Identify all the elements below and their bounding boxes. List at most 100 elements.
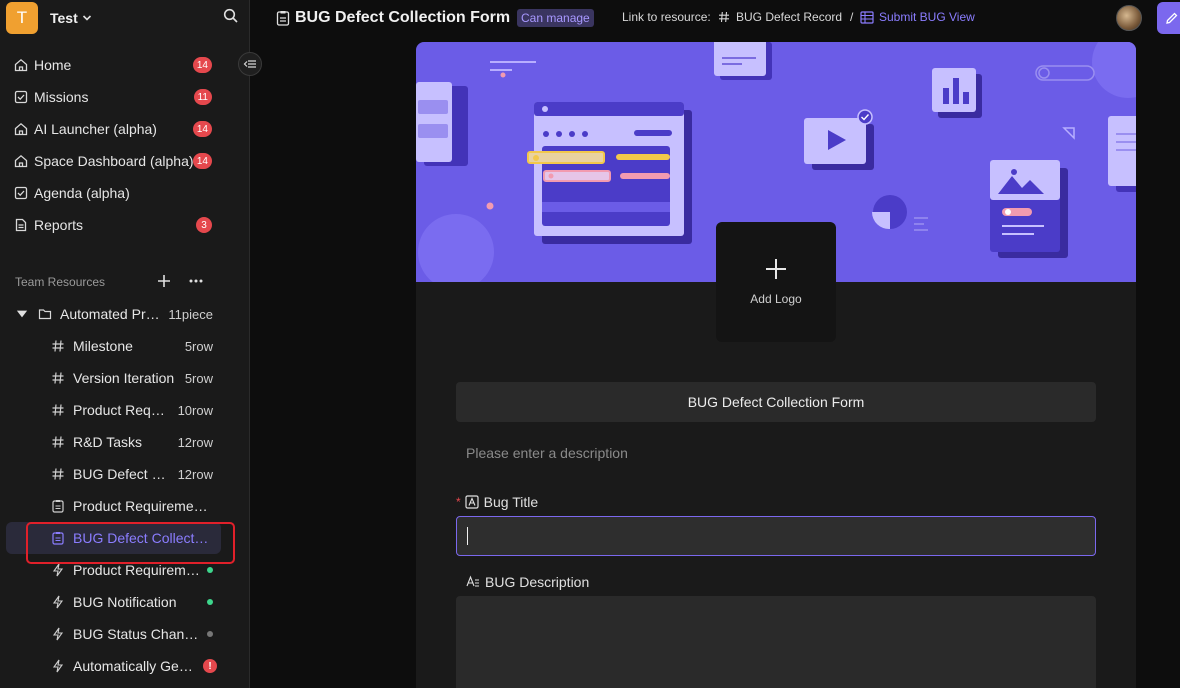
page-title: BUG Defect Collection Form <box>295 9 511 26</box>
tree-label: BUG Notification <box>73 594 177 610</box>
nav-item-missions[interactable]: Missions 11 <box>6 81 216 113</box>
user-avatar[interactable] <box>1116 5 1142 31</box>
tree-count: 12row <box>177 434 213 450</box>
tree-item-product-requirement-automation[interactable]: Product Requirem… <box>6 554 221 586</box>
tree-count: 12row <box>177 466 213 482</box>
nav-item-ai-launcher[interactable]: AI Launcher (alpha) 14 <box>6 113 216 145</box>
status-dot-inactive <box>207 631 213 637</box>
tree-label: Automated Pr… <box>60 306 160 322</box>
form-icon <box>52 532 64 545</box>
permission-badge: Can manage <box>517 9 594 27</box>
hash-icon <box>52 436 64 448</box>
nav-label: Space Dashboard (alpha) <box>34 153 194 169</box>
hash-icon <box>719 11 729 23</box>
form-icon <box>276 11 290 26</box>
status-dot-active <box>207 567 213 573</box>
field-label-bug-title: * Bug Title <box>456 493 538 511</box>
tree-label: BUG Status Chan… <box>73 626 199 642</box>
team-resources-header: Team Resources <box>15 272 215 292</box>
workspace-switcher[interactable]: T Test <box>6 2 236 34</box>
home-icon <box>14 58 28 72</box>
nav-item-reports[interactable]: Reports 3 <box>6 209 216 241</box>
linked-view-link[interactable]: Submit BUG View <box>879 10 975 24</box>
field-label-text: Bug Title <box>483 494 539 510</box>
main-nav: Home 14 Missions 11 AI Launcher (alpha) … <box>6 49 216 241</box>
home-icon <box>14 122 28 136</box>
tree-count: 11piece <box>168 306 213 322</box>
bug-title-input[interactable] <box>456 516 1096 556</box>
field-label-text: BUG Description <box>485 574 590 590</box>
pencil-icon <box>1166 12 1178 24</box>
form-title-input[interactable]: BUG Defect Collection Form <box>456 382 1096 422</box>
tree-item-milestone[interactable]: Milestone 5row <box>6 330 221 362</box>
lightning-icon <box>52 595 64 609</box>
tree-label: BUG Defect … <box>73 466 166 482</box>
tree-label: Product Req… <box>73 402 165 418</box>
nav-label: Home <box>34 57 72 73</box>
search-icon[interactable] <box>223 8 239 24</box>
tree-item-bug-defect-collection-form[interactable]: BUG Defect Collect… <box>6 522 221 554</box>
top-bar: BUG Defect Collection Form Can manage Li… <box>250 0 1180 36</box>
nav-label: AI Launcher (alpha) <box>34 121 157 137</box>
text-field-icon <box>465 495 479 509</box>
tree-label: BUG Defect Collect… <box>73 530 209 546</box>
home-icon <box>14 154 28 168</box>
text-caret <box>467 527 468 545</box>
grid-view-icon <box>860 11 874 24</box>
tree-item-product-requirement-form[interactable]: Product Requireme… <box>6 490 221 522</box>
nav-item-space-dashboard[interactable]: Space Dashboard (alpha) 14 <box>6 145 216 177</box>
workspace-name: Test <box>50 10 78 26</box>
nav-item-home[interactable]: Home 14 <box>6 49 216 81</box>
sidebar: T Test Home 14 Missions 11 AI Launcher (… <box>0 0 250 688</box>
tree-item-bug-notification[interactable]: BUG Notification <box>6 586 221 618</box>
edit-button[interactable] <box>1157 2 1180 34</box>
field-label-bug-description: BUG Description <box>466 573 589 591</box>
lightning-icon <box>52 563 64 577</box>
form-description-input[interactable]: Please enter a description <box>466 445 628 461</box>
bug-description-textarea[interactable] <box>456 596 1096 688</box>
chevron-down-icon <box>82 15 91 21</box>
tree-item-automatically-generate[interactable]: Automatically Ge… ! <box>6 650 221 682</box>
nav-label: Missions <box>34 89 89 105</box>
tree-label: Automatically Ge… <box>73 658 193 674</box>
tree-item-product-requirements[interactable]: Product Req… 10row <box>6 394 221 426</box>
tree-count: 5row <box>184 338 213 354</box>
tree-count: 5row <box>184 370 213 386</box>
linked-datasheet-link[interactable]: BUG Defect Record <box>736 10 842 24</box>
tree-item-rd-tasks[interactable]: R&D Tasks 12row <box>6 426 221 458</box>
hash-icon <box>52 404 64 416</box>
add-logo-button[interactable]: Add Logo <box>716 222 836 342</box>
breadcrumb-separator: / <box>850 10 854 24</box>
workspace-avatar: T <box>6 2 38 34</box>
collapse-left-icon <box>243 60 256 68</box>
folder-automated[interactable]: Automated Pr… 11piece <box>6 298 221 330</box>
tree-item-version-iteration[interactable]: Version Iteration 5row <box>6 362 221 394</box>
lightning-icon <box>52 659 64 673</box>
team-resources-title: Team Resources <box>15 275 106 289</box>
tree-label: Product Requirem… <box>73 562 200 578</box>
warning-icon: ! <box>203 659 217 673</box>
lightning-icon <box>52 627 64 641</box>
required-marker: * <box>456 495 461 509</box>
caret-down-icon <box>16 310 28 318</box>
tree-label: Milestone <box>73 338 133 354</box>
count-badge: 14 <box>192 153 212 169</box>
tree-item-bug-defect-record[interactable]: BUG Defect … 12row <box>6 458 221 490</box>
more-horizontal-icon[interactable] <box>188 274 204 288</box>
count-badge: 11 <box>193 89 212 105</box>
status-dot-active <box>207 599 213 605</box>
nav-item-agenda[interactable]: Agenda (alpha) <box>6 177 216 209</box>
form-icon <box>52 500 64 513</box>
tree-item-bug-status-change[interactable]: BUG Status Chan… <box>6 618 221 650</box>
hash-icon <box>52 468 64 480</box>
long-text-icon <box>466 575 479 587</box>
collapse-sidebar-button[interactable] <box>238 52 262 76</box>
tree-label: Version Iteration <box>73 370 175 386</box>
app-window: T Test Home 14 Missions 11 AI Launcher (… <box>0 0 1180 688</box>
resource-tree: Automated Pr… 11piece Milestone 5row Ver… <box>6 298 221 682</box>
tree-label: Product Requireme… <box>73 498 208 514</box>
hash-icon <box>52 340 64 352</box>
checkbox-icon <box>14 90 28 104</box>
nav-label: Reports <box>34 217 84 233</box>
plus-icon[interactable] <box>157 274 171 288</box>
